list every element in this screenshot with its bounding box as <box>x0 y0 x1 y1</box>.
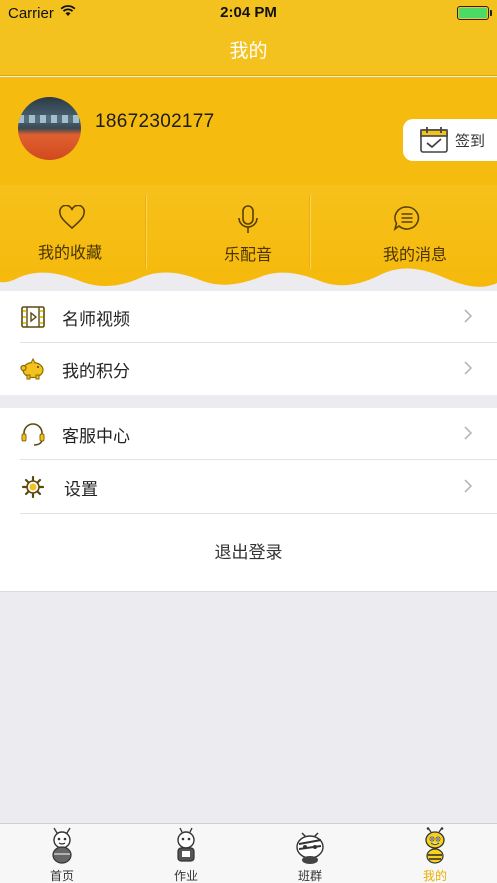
chevron-right-icon <box>464 361 473 375</box>
tab-homework[interactable]: 作业 <box>124 824 248 883</box>
film-icon <box>21 306 45 328</box>
checkin-label: 签到 <box>455 132 486 150</box>
profile-header: 18672302177 签到 <box>0 77 497 185</box>
bee-home-icon <box>52 827 72 864</box>
menu-section-1: 名师视频 我的积分 <box>0 291 497 395</box>
menu-item-my-points[interactable]: 我的积分 <box>0 343 497 395</box>
piggy-bank-icon <box>20 357 44 380</box>
tab-class-group[interactable]: 班群 <box>248 824 372 883</box>
tab-home[interactable]: 首页 <box>0 824 124 883</box>
menu-item-label: 名师视频 <box>62 310 130 330</box>
action-dubbing-label: 乐配音 <box>223 245 272 264</box>
action-favorites[interactable]: 我的收藏 <box>0 185 160 275</box>
action-messages-label: 我的消息 <box>382 245 447 264</box>
tab-me[interactable]: 我的 <box>373 824 497 883</box>
menu-item-customer-service[interactable]: 客服中心 <box>0 408 497 460</box>
page-title: 我的 <box>0 28 497 76</box>
logout-button[interactable]: 退出登录 <box>0 514 497 592</box>
menu-item-label: 客服中心 <box>62 427 130 447</box>
action-dubbing[interactable]: 乐配音 <box>168 185 328 275</box>
heart-icon <box>59 205 85 230</box>
chevron-right-icon <box>464 309 473 323</box>
phone-number: 18672302177 <box>95 111 215 132</box>
tab-label: 我的 <box>422 869 447 883</box>
calendar-check-icon <box>420 127 448 153</box>
gear-icon <box>21 475 45 499</box>
bee-class-icon <box>296 832 324 864</box>
battery-icon <box>457 6 492 20</box>
checkin-button[interactable]: 签到 <box>403 119 497 161</box>
divider <box>145 195 146 269</box>
status-bar: Carrier 2:04 PM <box>0 0 497 28</box>
menu-item-label: 我的积分 <box>62 362 130 382</box>
tab-bar: 首页 作业 班群 我的 <box>0 823 497 883</box>
chevron-right-icon <box>464 479 473 493</box>
microphone-icon <box>238 205 258 233</box>
action-favorites-label: 我的收藏 <box>37 243 102 262</box>
tab-label: 作业 <box>173 869 198 883</box>
avatar[interactable] <box>18 97 81 160</box>
message-icon <box>393 206 420 231</box>
bee-homework-icon <box>177 827 195 862</box>
tab-label: 班群 <box>297 869 322 883</box>
bee-me-icon <box>425 827 445 864</box>
action-messages[interactable]: 我的消息 <box>325 185 485 275</box>
menu-item-settings[interactable]: 设置 <box>0 461 497 513</box>
menu-item-teacher-videos[interactable]: 名师视频 <box>0 291 497 343</box>
tab-label: 首页 <box>49 869 74 883</box>
chevron-right-icon <box>464 426 473 440</box>
row-separator <box>20 459 497 460</box>
menu-section-2: 客服中心 设置 <box>0 408 497 514</box>
status-time: 2:04 PM <box>220 4 277 21</box>
divider <box>309 195 310 269</box>
headset-icon <box>21 423 45 446</box>
quick-actions: 我的收藏 乐配音 我的消息 <box>0 185 497 295</box>
menu-item-label: 设置 <box>64 480 98 500</box>
